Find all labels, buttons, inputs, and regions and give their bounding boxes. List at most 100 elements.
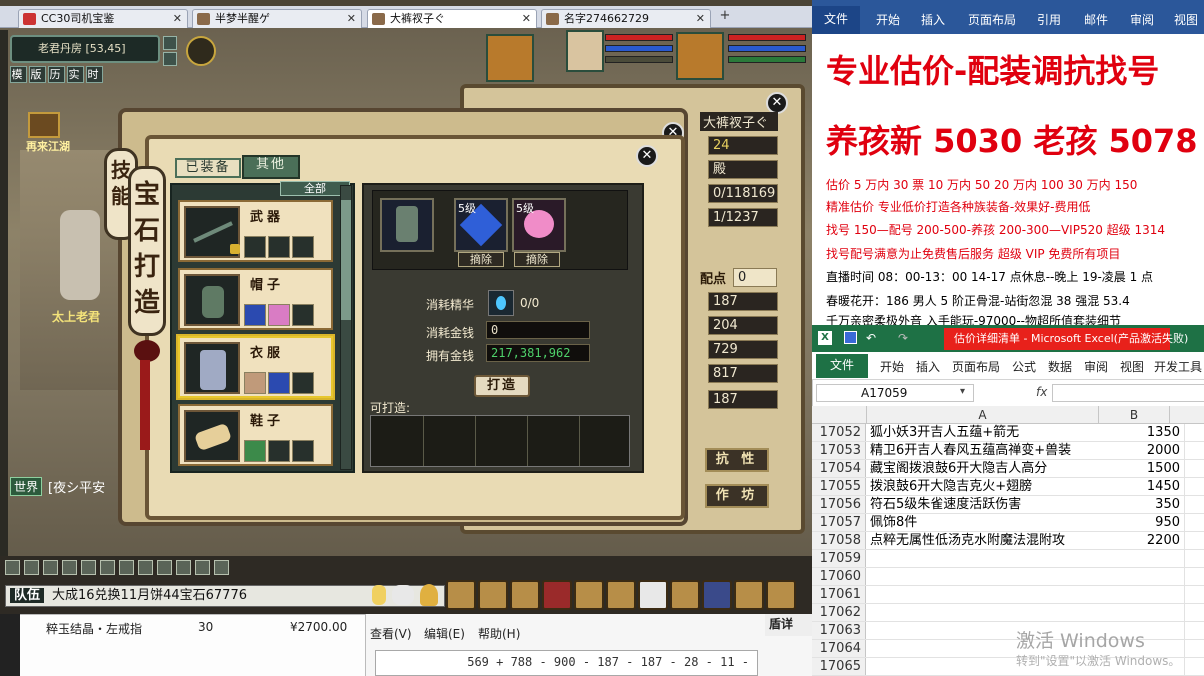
- table-row[interactable]: 17056 符石5级朱雀速度活跃伤害 350: [812, 496, 1204, 514]
- cell-b[interactable]: 1500: [1098, 460, 1180, 477]
- scrollbar-thumb[interactable]: [341, 200, 351, 320]
- cell-a[interactable]: 符石5级朱雀速度活跃伤害: [870, 496, 1100, 513]
- row-number[interactable]: 17062: [812, 604, 866, 621]
- cell-c[interactable]: [1184, 514, 1204, 531]
- close-icon[interactable]: ✕: [173, 10, 182, 28]
- cell-a[interactable]: 点粹无属性低汤克水附魔法混附攻: [870, 532, 1100, 549]
- row-number[interactable]: 17061: [812, 586, 866, 603]
- row-number[interactable]: 17057: [812, 514, 866, 531]
- row-number[interactable]: 17056: [812, 496, 866, 513]
- word-tab[interactable]: 审阅: [1130, 11, 1154, 28]
- word-tab[interactable]: 视图: [1174, 11, 1198, 28]
- attack-icon[interactable]: [446, 580, 476, 610]
- table-row[interactable]: 17053 精卫6开吉人春风五蕴高禅变+兽装 2000: [812, 442, 1204, 460]
- pet-portrait-avatar[interactable]: [486, 34, 534, 82]
- toolbar-icon[interactable]: [24, 560, 39, 575]
- gem-slot[interactable]: [292, 440, 314, 462]
- toolbar-icon[interactable]: [195, 560, 210, 575]
- word-tab[interactable]: 引用: [1037, 11, 1061, 28]
- excel-tab[interactable]: 页面布局: [952, 358, 1000, 375]
- formula-bar[interactable]: [1052, 384, 1204, 402]
- system-icon[interactable]: [766, 580, 796, 610]
- excel-tab[interactable]: 视图: [1120, 358, 1144, 375]
- gem-slot[interactable]: [292, 236, 314, 258]
- gem-slot[interactable]: [244, 236, 266, 258]
- undo-icon[interactable]: ↶: [866, 331, 876, 345]
- row-number[interactable]: 17053: [812, 442, 866, 459]
- close-icon[interactable]: ✕: [347, 10, 356, 28]
- toolbar-icon[interactable]: [43, 560, 58, 575]
- craftable-grid[interactable]: [370, 415, 630, 467]
- menu-help[interactable]: 帮助(H): [478, 625, 520, 642]
- redo-icon[interactable]: ↷: [898, 331, 908, 345]
- cell-a[interactable]: 佩饰8件: [870, 514, 1100, 531]
- yinyang-icon[interactable]: [638, 580, 668, 610]
- list-item-shoes[interactable]: 鞋子: [178, 404, 333, 466]
- table-row[interactable]: 17052 狐小妖3开吉人五蕴+箭无 1350: [812, 424, 1204, 442]
- table-row[interactable]: 17058 点粹无属性低汤克水附魔法混附攻 2200: [812, 532, 1204, 550]
- menu-edit[interactable]: 编辑(E): [424, 625, 465, 642]
- emoji-icon[interactable]: [392, 585, 414, 605]
- cell-b[interactable]: 350: [1098, 496, 1180, 513]
- list-item-armor[interactable]: 衣服: [178, 336, 333, 398]
- cell-b[interactable]: 1450: [1098, 478, 1180, 495]
- column-header-a[interactable]: A: [866, 406, 1098, 424]
- world-channel-tag[interactable]: 世界: [10, 477, 43, 496]
- gem-slot-pink[interactable]: [268, 304, 290, 326]
- row-number[interactable]: 17052: [812, 424, 866, 441]
- gem-slot-blue[interactable]: [268, 372, 290, 394]
- table-row[interactable]: 17063: [812, 622, 1204, 640]
- selected-armor-icon[interactable]: [380, 198, 434, 252]
- excel-tab[interactable]: 数据: [1048, 358, 1072, 375]
- function-icon[interactable]: fx: [1036, 385, 1047, 399]
- word-file-tab[interactable]: 文件: [812, 6, 860, 34]
- cell-a[interactable]: 精卫6开吉人春风五蕴高禅变+兽装: [870, 442, 1100, 459]
- chat-channel[interactable]: 队伍: [10, 588, 45, 603]
- book-icon[interactable]: [702, 580, 732, 610]
- team-icon[interactable]: [606, 580, 636, 610]
- mount-icon[interactable]: [670, 580, 700, 610]
- excel-tab[interactable]: 开始: [880, 358, 904, 375]
- chevron-down-icon[interactable]: ▾: [960, 386, 965, 397]
- craft-button[interactable]: 打造: [474, 375, 530, 397]
- table-row[interactable]: 17057 佩饰8件 950: [812, 514, 1204, 532]
- tab-equipped[interactable]: 已装备: [175, 158, 241, 178]
- blue-gem-icon[interactable]: 5级: [454, 198, 508, 252]
- cell-c[interactable]: [1184, 622, 1204, 639]
- name-box[interactable]: A17059: [816, 384, 974, 402]
- gem-slot-blue[interactable]: [244, 304, 266, 326]
- row-number[interactable]: 17060: [812, 568, 866, 585]
- map-up-icon[interactable]: [163, 36, 177, 50]
- excel-file-tab[interactable]: 文件: [816, 354, 868, 378]
- gem-slot[interactable]: [292, 372, 314, 394]
- row-number[interactable]: 17055: [812, 478, 866, 495]
- close-icon[interactable]: ✕: [522, 10, 531, 28]
- tab-other[interactable]: 其他: [242, 155, 300, 179]
- close-icon[interactable]: ✕: [636, 145, 658, 167]
- remove-gem-button[interactable]: 摘除: [458, 252, 504, 267]
- table-row[interactable]: 17054 藏宝阁拨浪鼓6开大隐吉人高分 1500: [812, 460, 1204, 478]
- cell-a[interactable]: 狐小妖3开吉人五蕴+箭无: [870, 424, 1100, 441]
- mail-icon[interactable]: [542, 580, 572, 610]
- cell-c[interactable]: [1184, 460, 1204, 477]
- item-icon[interactable]: [478, 580, 508, 610]
- cell-c[interactable]: [1184, 496, 1204, 513]
- list-item-weapon[interactable]: 武器: [178, 200, 333, 262]
- player-portrait-avatar[interactable]: [676, 32, 724, 80]
- row-number[interactable]: 17054: [812, 460, 866, 477]
- mini-button[interactable]: 时: [86, 66, 103, 83]
- list-item-hat[interactable]: 帽子: [178, 268, 333, 330]
- gem-slot-green[interactable]: [244, 440, 266, 462]
- cell-c[interactable]: [1184, 424, 1204, 441]
- toolbar-icon[interactable]: [5, 560, 20, 575]
- table-row[interactable]: 17061: [812, 586, 1204, 604]
- table-row[interactable]: 17062: [812, 604, 1204, 622]
- column-header-b[interactable]: B: [1098, 406, 1170, 424]
- toolbar-icon[interactable]: [157, 560, 172, 575]
- social-icon[interactable]: [734, 580, 764, 610]
- browser-tab-1[interactable]: CC30司机宝鉴 ✕: [18, 9, 188, 28]
- close-icon[interactable]: ✕: [696, 10, 705, 28]
- cell-c[interactable]: [1184, 550, 1204, 567]
- toolbar-icon[interactable]: [100, 560, 115, 575]
- cell-c[interactable]: [1184, 442, 1204, 459]
